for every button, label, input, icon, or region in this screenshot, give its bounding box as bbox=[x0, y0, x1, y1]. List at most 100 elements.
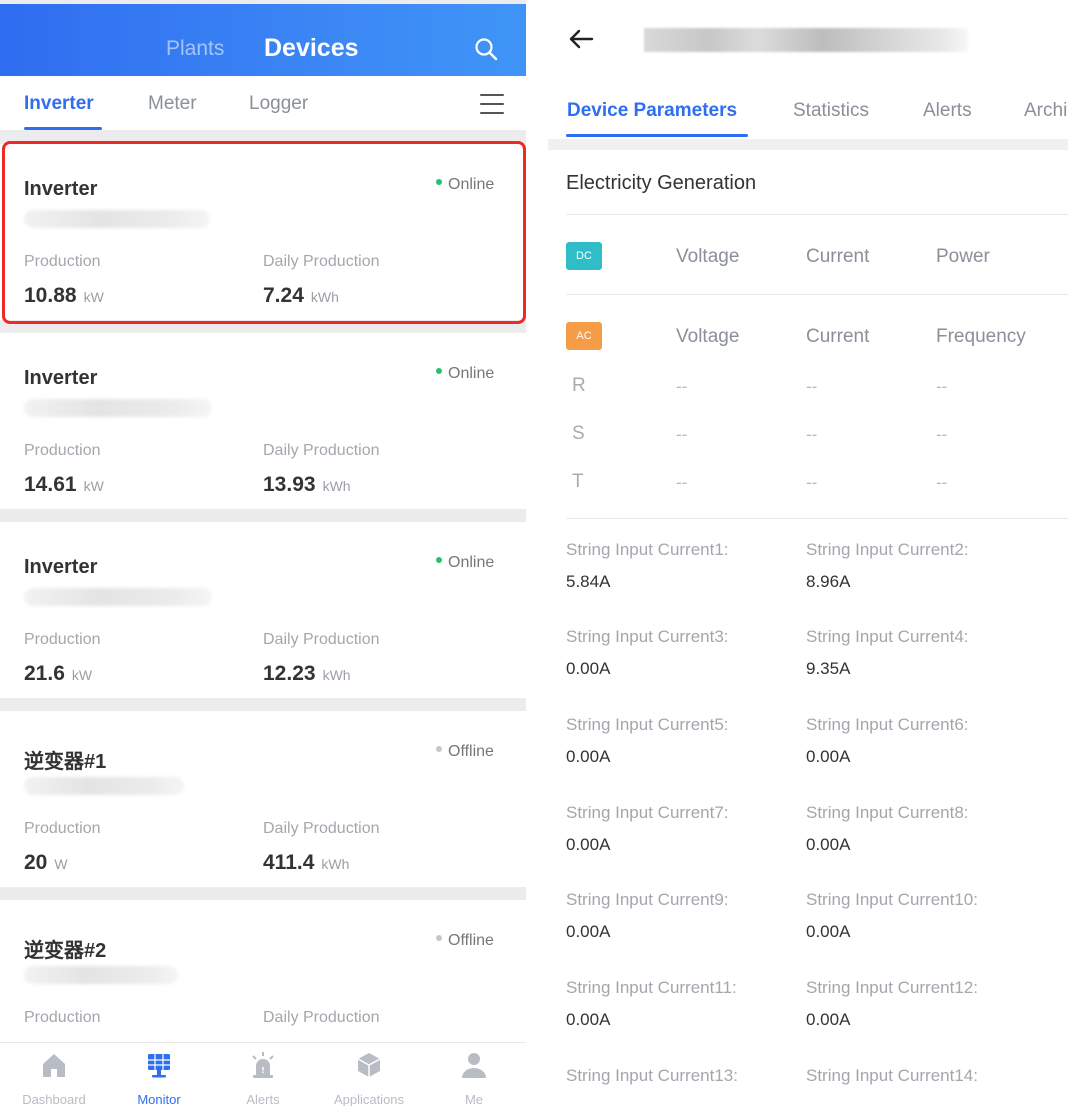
nav-monitor[interactable]: Monitor bbox=[124, 1051, 194, 1106]
daily-production-value: 411.4 kWh bbox=[263, 851, 350, 874]
string-current-label: String Input Current10: bbox=[806, 890, 978, 909]
tab-inverter[interactable]: Inverter bbox=[24, 93, 94, 115]
daily-production-label: Daily Production bbox=[263, 442, 380, 459]
active-tab-indicator bbox=[24, 127, 102, 130]
svg-text:!: ! bbox=[261, 1066, 265, 1075]
string-current-label: String Input Current8: bbox=[806, 803, 969, 822]
menu-icon[interactable] bbox=[480, 94, 504, 114]
production-value: 21.6 kW bbox=[24, 662, 93, 685]
tab-devices[interactable]: Devices bbox=[264, 34, 359, 63]
cube-icon bbox=[357, 1053, 381, 1077]
tab-statistics[interactable]: Statistics bbox=[793, 100, 869, 122]
device-name: 逆变器#1 bbox=[24, 751, 107, 773]
status-badge: Online bbox=[436, 365, 494, 383]
phase-s-current: -- bbox=[806, 425, 818, 444]
device-list-screen: Plants Devices Inverter Meter Logger Inv… bbox=[0, 0, 526, 1106]
tab-meter[interactable]: Meter bbox=[148, 93, 197, 115]
string-current-value: 0.00A bbox=[566, 835, 611, 854]
device-card[interactable]: Inverter Online Production Daily Product… bbox=[0, 333, 526, 509]
device-name: 逆变器#2 bbox=[24, 940, 107, 962]
serial-number-redacted bbox=[24, 399, 212, 417]
string-current-label: String Input Current5: bbox=[566, 715, 729, 734]
phase-t-frequency: -- bbox=[936, 473, 948, 492]
phase-r-current: -- bbox=[806, 377, 818, 396]
string-current-label: String Input Current11: bbox=[566, 978, 737, 997]
ac-current-header: Current bbox=[806, 326, 870, 347]
production-value: 20 W bbox=[24, 851, 68, 874]
production-label: Production bbox=[24, 820, 101, 837]
string-current-label: String Input Current4: bbox=[806, 627, 969, 646]
string-current-label: String Input Current13: bbox=[566, 1066, 738, 1085]
phase-t-label: T bbox=[572, 471, 584, 492]
string-current-value: 0.00A bbox=[566, 1010, 611, 1029]
device-card[interactable]: Inverter Online Production Daily Product… bbox=[0, 522, 526, 698]
search-icon[interactable] bbox=[474, 37, 498, 61]
dc-power-header: Power bbox=[936, 246, 990, 267]
alarm-light-icon: ! bbox=[252, 1052, 274, 1078]
phase-s-frequency: -- bbox=[936, 425, 948, 444]
string-current-label: String Input Current9: bbox=[566, 890, 729, 909]
dc-current-header: Current bbox=[806, 246, 870, 267]
phase-t-voltage: -- bbox=[676, 473, 688, 492]
daily-production-label: Daily Production bbox=[263, 1009, 380, 1026]
tab-logger[interactable]: Logger bbox=[249, 93, 308, 115]
divider bbox=[566, 214, 1068, 215]
nav-alerts[interactable]: ! Alerts bbox=[236, 1051, 290, 1106]
daily-production-label: Daily Production bbox=[263, 820, 380, 837]
string-current-value: 5.84A bbox=[566, 572, 611, 591]
serial-number-redacted bbox=[24, 966, 178, 984]
string-current-label: String Input Current2: bbox=[806, 540, 969, 559]
device-type-tabs: Inverter Meter Logger bbox=[0, 76, 526, 130]
ac-badge: AC bbox=[566, 322, 602, 350]
ac-frequency-header: Frequency bbox=[936, 326, 1026, 347]
string-current-label: String Input Current14: bbox=[806, 1066, 978, 1085]
phase-s-label: S bbox=[572, 423, 585, 444]
serial-number-redacted bbox=[24, 777, 184, 795]
string-current-value: 0.00A bbox=[806, 835, 851, 854]
daily-production-value: 13.93 kWh bbox=[263, 473, 351, 496]
device-card[interactable]: 逆变器#1 Offline Production Daily Productio… bbox=[0, 711, 526, 887]
section-title: Electricity Generation bbox=[566, 172, 757, 194]
string-current-label: String Input Current6: bbox=[806, 715, 969, 734]
nav-applications[interactable]: Applications bbox=[322, 1051, 416, 1106]
string-current-value: 0.00A bbox=[806, 922, 851, 941]
top-header: Plants Devices bbox=[0, 4, 526, 76]
device-name: Inverter bbox=[24, 556, 98, 578]
phase-r-label: R bbox=[572, 375, 586, 396]
daily-production-value: 12.23 kWh bbox=[263, 662, 351, 685]
string-current-value: 0.00A bbox=[566, 659, 611, 678]
string-current-value: 0.00A bbox=[806, 747, 851, 766]
bottom-navigation: Dashboard Monitor ! Alerts Applications … bbox=[0, 1042, 526, 1106]
dc-badge: DC bbox=[566, 242, 602, 270]
string-current-value: 0.00A bbox=[566, 747, 611, 766]
tab-archive[interactable]: Archi bbox=[1024, 100, 1067, 122]
tab-plants[interactable]: Plants bbox=[166, 37, 224, 61]
device-title-redacted bbox=[644, 28, 968, 52]
serial-number-redacted bbox=[24, 588, 212, 606]
user-icon bbox=[462, 1053, 486, 1078]
active-tab-indicator bbox=[566, 134, 748, 137]
string-current-label: String Input Current7: bbox=[566, 803, 729, 822]
nav-dashboard[interactable]: Dashboard bbox=[16, 1051, 92, 1106]
string-current-value: 0.00A bbox=[566, 922, 611, 941]
status-badge: Offline bbox=[436, 743, 494, 761]
string-current-label: String Input Current12: bbox=[806, 978, 978, 997]
phase-t-current: -- bbox=[806, 473, 818, 492]
tab-device-parameters[interactable]: Device Parameters bbox=[567, 100, 737, 122]
ac-voltage-header: Voltage bbox=[676, 326, 740, 347]
section-divider bbox=[548, 139, 1068, 150]
nav-me[interactable]: Me bbox=[454, 1051, 494, 1106]
phase-r-frequency: -- bbox=[936, 377, 948, 396]
dc-voltage-header: Voltage bbox=[676, 246, 740, 267]
string-current-value: 9.35A bbox=[806, 659, 851, 678]
tab-alerts[interactable]: Alerts bbox=[923, 100, 972, 122]
production-label: Production bbox=[24, 442, 101, 459]
phase-r-voltage: -- bbox=[676, 377, 688, 396]
solar-panel-icon bbox=[148, 1054, 170, 1078]
string-current-value: 0.00A bbox=[806, 1010, 851, 1029]
back-arrow-icon[interactable] bbox=[568, 28, 594, 50]
device-name: Inverter bbox=[24, 367, 98, 389]
string-current-label: String Input Current3: bbox=[566, 627, 729, 646]
status-badge: Online bbox=[436, 554, 494, 572]
selected-card-highlight bbox=[2, 141, 526, 324]
